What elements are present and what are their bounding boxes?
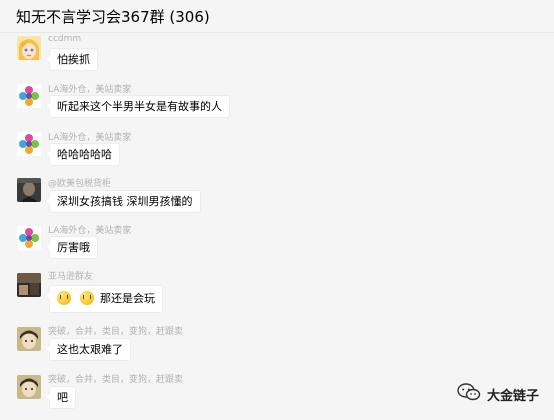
chat-header: 知无不言学习会367群 (306) — [0, 0, 554, 33]
message-sender: ccdmm — [48, 34, 82, 44]
message-sender: LA海外仓，美站卖家 — [48, 85, 132, 95]
message-bubble[interactable]: 深圳女孩搞钱 深圳男孩懂的 — [45, 190, 201, 213]
message-sender: LA海外仓，美站卖家 — [48, 133, 132, 143]
message-bubble[interactable]: 厉害哦 — [45, 236, 98, 259]
message-bubble[interactable]: 吧 — [45, 386, 76, 409]
anime-boy-avatar[interactable] — [17, 327, 41, 351]
message-sender: 亚马逊群友 — [48, 272, 94, 282]
watermark-text: 大金链子 — [487, 388, 540, 404]
message-bubble[interactable]: 哈哈哈哈哈 — [45, 143, 120, 166]
emoji-icon — [80, 291, 94, 305]
message-sender: 突破，合并，类目，变狗，赶跟卖 — [48, 327, 184, 337]
message-bubble[interactable]: 那还是会玩 — [45, 285, 163, 313]
flower-logo-avatar[interactable] — [17, 226, 41, 250]
message-bubble[interactable]: 怕挨抓 — [45, 48, 98, 71]
message-bubble[interactable]: 听起来这个半男半女是有故事的人 — [45, 95, 230, 118]
flower-logo-avatar[interactable] — [17, 132, 41, 156]
anime-girl-avatar[interactable] — [17, 36, 41, 60]
message-sender: 突破，合并，类目，变狗，赶跟卖 — [48, 375, 184, 385]
message-text: 那还是会玩 — [100, 292, 155, 305]
message-list[interactable]: ccdmm 怕挨抓 LA海外仓，美站卖家 听起来这个半男半女是有故事的人 LA海… — [0, 33, 554, 420]
watermark: 大金链子 — [457, 383, 539, 405]
emoji-icon — [57, 291, 71, 305]
flower-logo-avatar[interactable] — [17, 84, 41, 108]
message-bubble[interactable]: 这也太艰难了 — [45, 338, 131, 361]
anime-boy-avatar[interactable] — [17, 375, 41, 399]
message-sender: @欧美包税货柜 — [48, 179, 112, 189]
chat-title: 知无不言学习会367群 (306) — [16, 8, 210, 26]
landscape-photo-avatar[interactable] — [17, 273, 41, 297]
message-sender: LA海外仓，美站卖家 — [48, 226, 132, 236]
dark-photo-avatar[interactable] — [17, 178, 41, 202]
wechat-icon — [457, 383, 481, 405]
